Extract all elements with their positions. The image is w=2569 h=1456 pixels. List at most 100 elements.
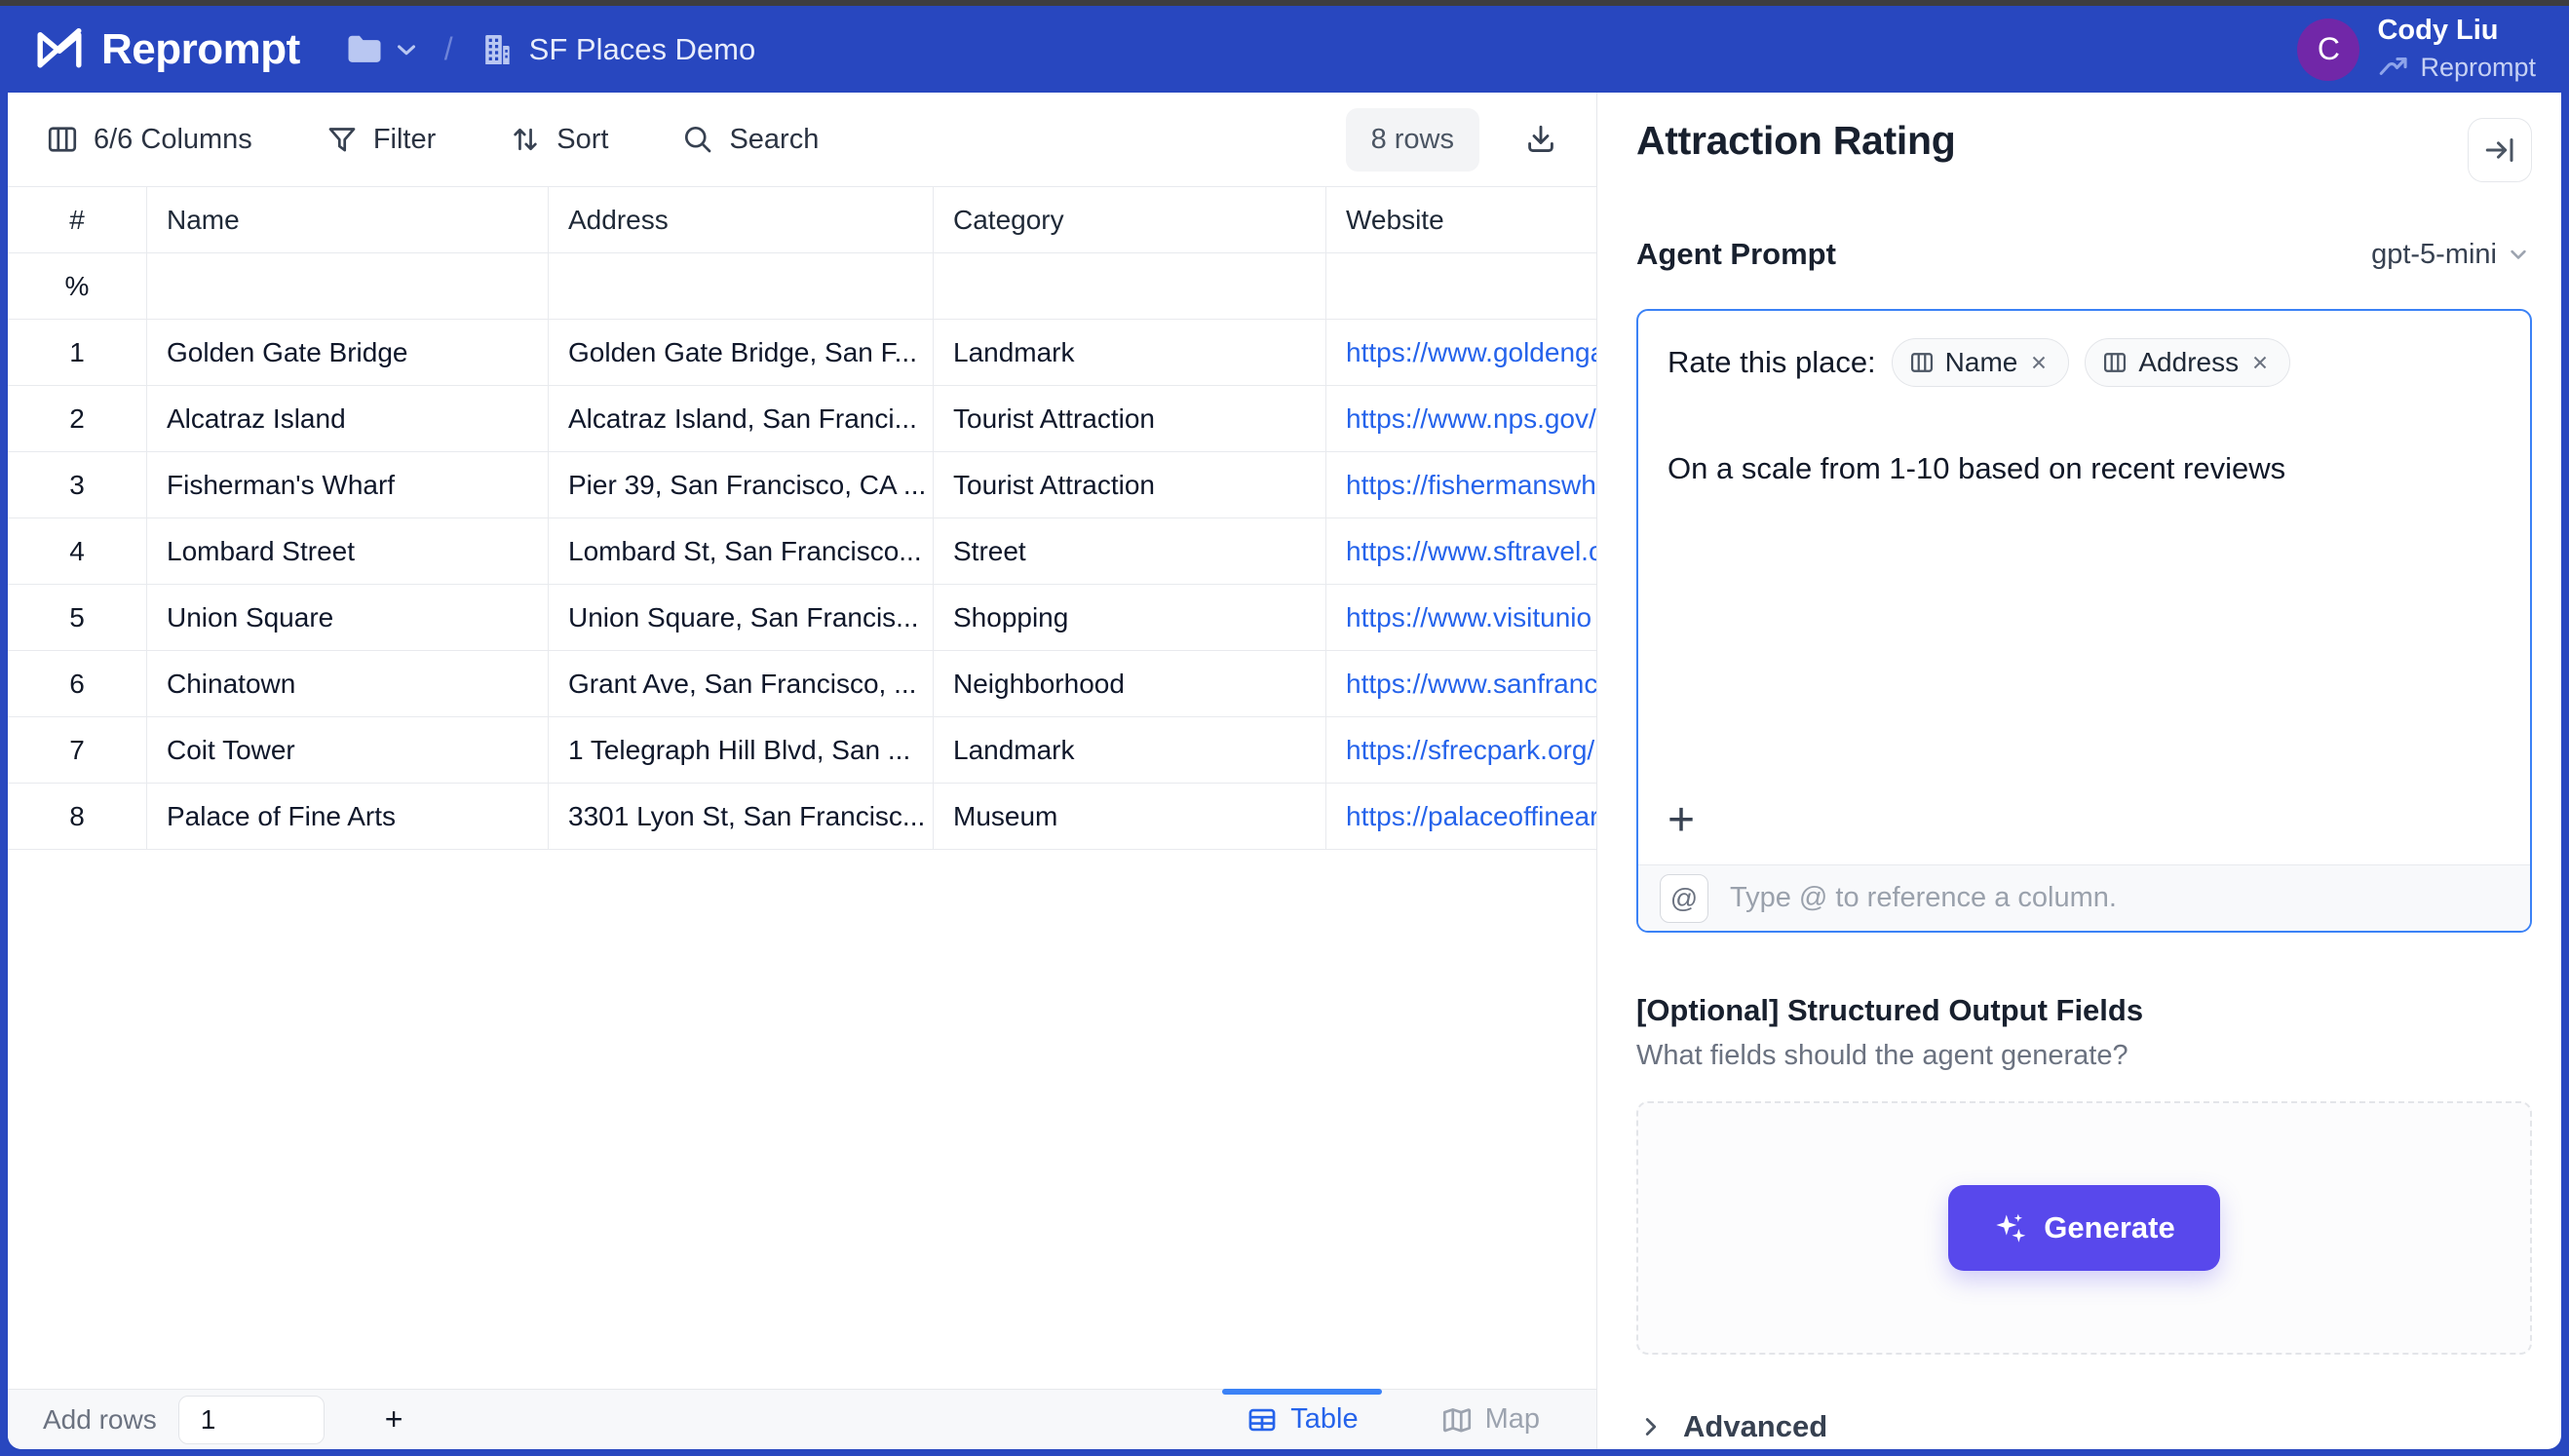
cell-website-link[interactable]: https://sfrecpark.org/ — [1326, 717, 1596, 784]
search-label: Search — [729, 124, 819, 156]
filter-label: Filter — [373, 124, 436, 156]
percent-row-cell[interactable] — [549, 253, 934, 320]
cell-website-link[interactable]: https://palaceoffinear — [1326, 784, 1596, 850]
column-header-category[interactable]: Category — [934, 187, 1326, 253]
tab-map[interactable]: Map — [1417, 1390, 1563, 1449]
cell-address[interactable]: Pier 39, San Francisco, CA ... — [549, 452, 934, 518]
cell-category[interactable]: Shopping — [934, 585, 1326, 651]
brand-logo[interactable]: Reprompt — [33, 23, 300, 76]
cell-website-link[interactable]: https://www.nps.gov/ — [1326, 386, 1596, 452]
tab-table[interactable]: Table — [1222, 1390, 1381, 1449]
remove-chip-icon[interactable] — [2248, 351, 2272, 374]
cell-address[interactable]: Grant Ave, San Francisco, ... — [549, 651, 934, 717]
column-header-address[interactable]: Address — [549, 187, 934, 253]
user-info: Cody Liu Reprompt — [2377, 15, 2536, 84]
percent-row-cell[interactable] — [1326, 253, 1596, 320]
cell-name[interactable]: Fisherman's Wharf — [147, 452, 549, 518]
at-symbol-badge: @ — [1660, 874, 1708, 923]
column-chip-address[interactable]: Address — [2085, 338, 2290, 387]
prompt-body-text[interactable]: On a scale from 1-10 based on recent rev… — [1668, 451, 2501, 486]
chip-label: Address — [2138, 347, 2239, 378]
cell-address[interactable]: 3301 Lyon St, San Francisc... — [549, 784, 934, 850]
percent-row-label: % — [8, 253, 147, 320]
panel-title: Attraction Rating — [1636, 118, 1955, 164]
avatar[interactable]: C — [2297, 19, 2359, 81]
generate-label: Generate — [2044, 1210, 2174, 1245]
filter-button[interactable]: Filter — [325, 122, 436, 157]
panel-header: Attraction Rating — [1636, 118, 2532, 182]
cell-name[interactable]: Chinatown — [147, 651, 549, 717]
cell-category[interactable]: Street — [934, 518, 1326, 585]
model-select[interactable]: gpt-5-mini — [2371, 239, 2532, 271]
add-prompt-block-button[interactable]: + — [1668, 793, 1718, 847]
remove-chip-icon[interactable] — [2027, 351, 2051, 374]
cell-website-link[interactable]: https://www.visitunio — [1326, 585, 1596, 651]
cell-address[interactable]: Union Square, San Francis... — [549, 585, 934, 651]
cell-address[interactable]: Alcatraz Island, San Franci... — [549, 386, 934, 452]
collapse-panel-button[interactable] — [2468, 118, 2532, 182]
table-pane: 6/6 Columns Filter Sort Search — [8, 93, 1597, 1449]
row-count-badge: 8 rows — [1346, 108, 1479, 172]
chevron-right-icon — [1636, 1412, 1666, 1441]
column-header-index[interactable]: # — [8, 187, 147, 253]
tab-map-label: Map — [1485, 1403, 1540, 1436]
column-chip-name[interactable]: Name — [1892, 338, 2070, 387]
sort-button[interactable]: Sort — [508, 122, 608, 157]
cell-name[interactable]: Union Square — [147, 585, 549, 651]
cell-address[interactable]: Golden Gate Bridge, San F... — [549, 320, 934, 386]
filter-icon — [325, 122, 360, 157]
org-logo-icon — [2377, 51, 2410, 84]
cell-name[interactable]: Alcatraz Island — [147, 386, 549, 452]
breadcrumb: / SF Places Demo — [343, 28, 755, 71]
cell-address[interactable]: Lombard St, San Francisco... — [549, 518, 934, 585]
cell-name[interactable]: Lombard Street — [147, 518, 549, 585]
cell-category[interactable]: Landmark — [934, 717, 1326, 784]
columns-button[interactable]: 6/6 Columns — [45, 122, 252, 157]
folder-icon — [343, 28, 386, 71]
cell-name[interactable]: Golden Gate Bridge — [147, 320, 549, 386]
mention-bar[interactable]: @ Type @ to reference a column. — [1638, 864, 2530, 931]
prompt-prefix: Rate this place: — [1668, 345, 1876, 380]
percent-row-cell[interactable] — [147, 253, 549, 320]
breadcrumb-separator: / — [444, 31, 453, 67]
generate-button[interactable]: Generate — [1948, 1185, 2219, 1271]
cell-website-link[interactable]: https://www.sftravel.c — [1326, 518, 1596, 585]
building-icon — [477, 30, 516, 69]
chip-label: Name — [1945, 347, 2018, 378]
download-button[interactable] — [1522, 121, 1559, 158]
cell-name[interactable]: Coit Tower — [147, 717, 549, 784]
account-menu[interactable]: C Cody Liu Reprompt — [2297, 15, 2536, 84]
percent-row-cell[interactable] — [934, 253, 1326, 320]
row-index: 4 — [8, 518, 147, 585]
cell-website-link[interactable]: https://www.sanfranc — [1326, 651, 1596, 717]
cell-address[interactable]: 1 Telegraph Hill Blvd, San ... — [549, 717, 934, 784]
cell-category[interactable]: Tourist Attraction — [934, 386, 1326, 452]
row-index: 1 — [8, 320, 147, 386]
cell-category[interactable]: Museum — [934, 784, 1326, 850]
add-rows-label: Add rows — [43, 1404, 157, 1436]
agent-prompt-row: Agent Prompt gpt-5-mini — [1636, 237, 2532, 272]
cell-category[interactable]: Neighborhood — [934, 651, 1326, 717]
cell-name[interactable]: Palace of Fine Arts — [147, 784, 549, 850]
output-fields-dropzone: Generate — [1636, 1101, 2532, 1355]
brand-name: Reprompt — [101, 25, 300, 74]
collapse-panel-icon — [2482, 133, 2517, 168]
add-rows-input[interactable] — [178, 1396, 325, 1444]
mention-hint: Type @ to reference a column. — [1730, 882, 2117, 914]
prompt-editor-body[interactable]: Rate this place: Name — [1638, 311, 2530, 864]
search-button[interactable]: Search — [680, 122, 819, 157]
cell-category[interactable]: Landmark — [934, 320, 1326, 386]
add-rows-button[interactable]: + — [385, 1401, 403, 1437]
column-header-website[interactable]: Website — [1326, 187, 1596, 253]
folder-menu[interactable] — [343, 28, 421, 71]
table-toolbar: 6/6 Columns Filter Sort Search — [8, 93, 1596, 186]
cell-website-link[interactable]: https://fishermanswh — [1326, 452, 1596, 518]
prompt-line-1: Rate this place: Name — [1668, 338, 2501, 387]
prompt-editor[interactable]: Rate this place: Name — [1636, 309, 2532, 933]
advanced-toggle[interactable]: Advanced — [1636, 1409, 2532, 1444]
cell-category[interactable]: Tourist Attraction — [934, 452, 1326, 518]
breadcrumb-project[interactable]: SF Places Demo — [477, 30, 756, 69]
reprompt-logo-icon — [33, 23, 86, 76]
cell-website-link[interactable]: https://www.goldenga — [1326, 320, 1596, 386]
column-header-name[interactable]: Name — [147, 187, 549, 253]
